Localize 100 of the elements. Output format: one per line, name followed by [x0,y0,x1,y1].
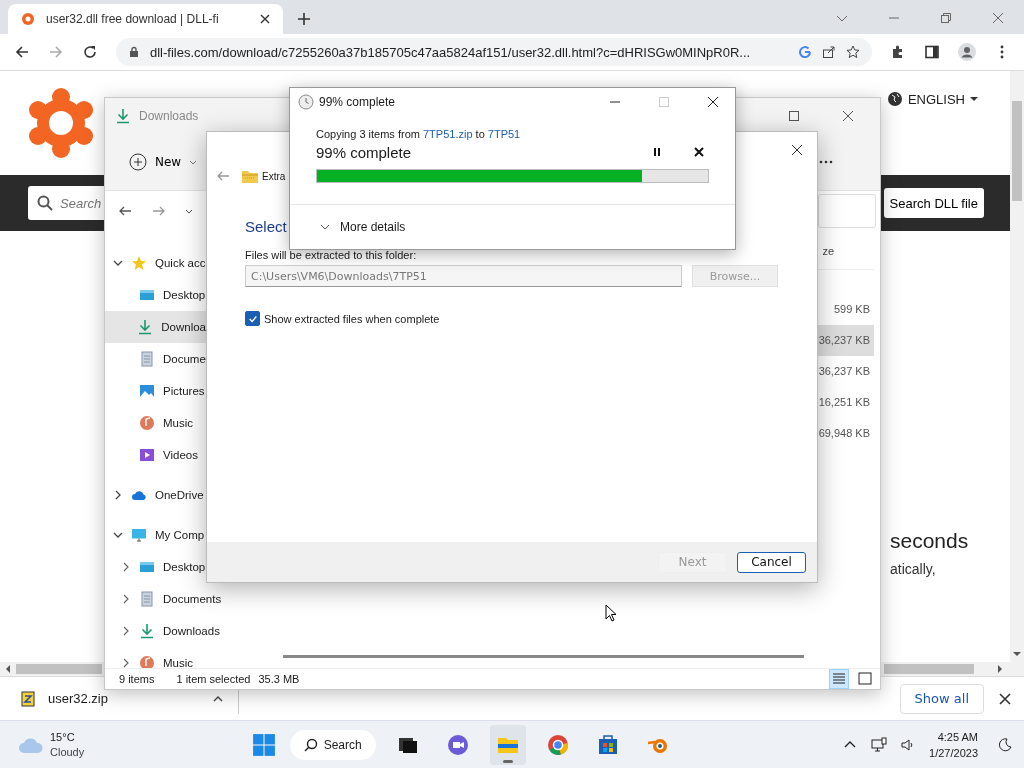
close-icon[interactable] [707,95,719,108]
sidebar-item[interactable]: Desktop [105,279,206,311]
search-button[interactable]: Search DLL file [883,188,984,218]
sidebar-item[interactable]: Documents [105,583,263,615]
sidebar-item[interactable]: Desktop [105,551,206,583]
desktop-icon [139,287,155,303]
plus-icon[interactable] [297,12,311,26]
tiles-view-icon[interactable] [856,670,874,688]
file-size-cell[interactable]: 599 KB [818,294,874,325]
close-icon[interactable] [998,691,1012,706]
chevron-right-icon[interactable] [113,490,123,500]
google-icon[interactable] [798,45,812,59]
checkbox-label[interactable]: Show extracted files when complete [264,312,440,325]
reload-icon[interactable] [82,44,98,60]
download-file-name[interactable]: user32.zip [48,691,108,706]
tab-title: user32.dll free download | DLL-fi [46,12,220,26]
globe-icon [886,91,903,107]
chevron-right-icon[interactable] [121,626,131,636]
network-icon[interactable] [871,736,888,753]
more-details-button[interactable]: More details [290,205,406,249]
address-bar[interactable]: dll-files.com/download/c7255260a37b185705c47aa5824af151/user32.dll.html?c=dHRISGw0MINpR0R... [116,38,872,66]
folder-path-field[interactable]: C:\Users\VM6\Downloads\7TP51 [245,265,682,287]
new-button[interactable]: New [123,152,204,172]
side-panel-icon[interactable] [924,44,940,60]
sidebar-item[interactable]: Pictures [105,375,206,407]
pause-icon[interactable] [651,146,663,159]
scroll-left-icon[interactable] [4,665,12,673]
file-size-cell[interactable]: 36,237 KB [818,356,874,387]
scrollbar-thumb[interactable] [1012,101,1022,201]
close-icon[interactable] [842,110,854,122]
url-text: dll-files.com/download/c7255260a37b185705c47aa5824af151/user32.dll.html?c=dHRISGw0MINpR0R... [150,44,752,60]
taskbar-search[interactable]: Search [289,729,376,760]
back-arrow-icon[interactable] [14,44,30,60]
chevron-right-icon[interactable] [121,594,131,604]
star-icon[interactable] [846,45,860,59]
moon-icon[interactable] [998,737,1012,752]
profile-icon[interactable] [958,43,976,61]
cursor-icon [605,604,617,622]
weather-widget[interactable]: 15°C Cloudy [18,729,85,760]
sidebar-item[interactable]: Music [105,647,263,668]
sidebar-item[interactable]: Quick acc [105,247,206,279]
share-icon[interactable] [822,45,836,59]
show-all-button[interactable]: Show all [899,683,984,714]
sidebar-item[interactable]: Docume [105,343,206,375]
music-icon [139,655,155,668]
clock-icon [298,93,314,110]
chevron-right-icon[interactable] [121,562,131,572]
cancel-button[interactable]: Cancel [737,551,806,573]
checkmark-icon [247,313,258,324]
item-count: 9 items [119,673,155,685]
details-view-icon[interactable] [830,670,848,688]
date: 1/27/2023 [929,745,978,761]
scroll-down-icon[interactable] [1013,650,1021,658]
close-icon[interactable] [693,146,705,159]
horizontal-scrollbar[interactable] [283,655,804,658]
clock[interactable]: 4:25 AM 1/27/2023 [929,728,978,761]
heading-text: seconds [890,528,970,554]
gear-icon [20,11,36,27]
sidebar-item[interactable]: Videos [105,439,206,471]
close-icon[interactable] [259,13,271,25]
restore-icon[interactable] [940,12,952,24]
sidebar-item[interactable]: Downloa [105,311,206,343]
checkbox[interactable] [245,311,260,326]
destination-link[interactable]: 7TP51 [487,127,521,140]
sidebar-item[interactable]: My Comp [105,519,206,551]
star-icon [131,255,147,271]
window-title: Downloads [139,109,199,123]
gear-logo-icon[interactable] [26,87,96,159]
maximize-icon [658,95,670,108]
browser-tab[interactable]: user32.dll free download | DLL-fi [8,4,283,34]
sidebar-item[interactable]: Music [105,407,206,439]
language-selector[interactable]: ENGLISH [886,87,978,107]
windows-start-icon[interactable] [251,732,276,757]
file-size-cell[interactable]: 36,237 KB [818,325,874,356]
documents-icon [139,591,155,607]
downloads-icon [137,319,154,335]
desktop-icon [139,559,155,575]
sidebar-item[interactable]: OneDrive [105,479,206,511]
chevron-down-icon[interactable] [113,258,123,268]
column-header[interactable]: ze [822,231,874,269]
close-icon[interactable] [791,144,803,156]
caret-icon [970,95,978,103]
selection-count: 1 item selected [176,673,251,685]
source-link[interactable]: 7TP51.zip [423,127,473,140]
videos-icon [139,447,155,463]
search-icon [37,195,53,211]
chevron-down-icon[interactable] [185,207,193,215]
chevron-down-icon[interactable] [113,530,123,540]
scrollbar-thumb[interactable] [884,664,974,674]
search-icon [303,737,318,752]
maximize-icon[interactable] [788,110,800,122]
chevron-right-icon[interactable] [121,658,131,668]
plus-circle-icon [129,153,147,171]
scrollbar-thumb[interactable] [16,664,102,674]
file-size-cell[interactable]: 69,948 KB [818,418,874,449]
scroll-right-icon[interactable] [996,665,1004,673]
search-field[interactable]: Search [28,186,104,220]
sidebar-item[interactable]: Downloads [105,615,263,647]
file-size-cell[interactable]: 16,251 KB [818,387,874,418]
explorer-app-icon[interactable] [489,724,526,765]
